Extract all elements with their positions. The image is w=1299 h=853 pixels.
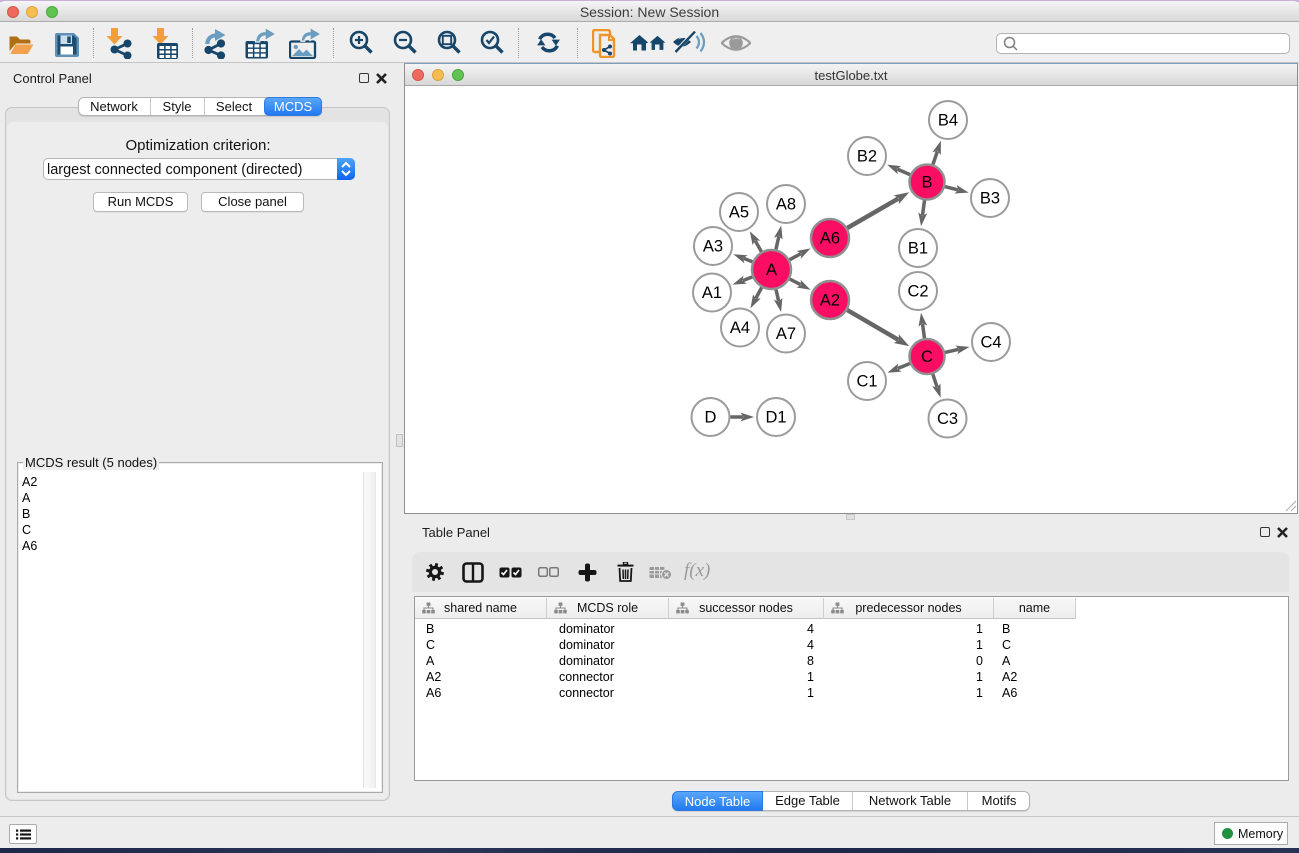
svg-text:A2: A2	[820, 292, 840, 310]
svg-text:A: A	[766, 261, 777, 279]
svg-text:B3: B3	[980, 190, 1000, 208]
svg-text:C2: C2	[907, 283, 928, 301]
svg-text:B4: B4	[938, 112, 958, 130]
svg-text:A4: A4	[730, 319, 750, 337]
svg-text:D1: D1	[765, 409, 786, 427]
svg-text:B1: B1	[908, 240, 928, 258]
svg-text:C4: C4	[980, 334, 1001, 352]
svg-text:A3: A3	[703, 238, 723, 256]
svg-text:A1: A1	[702, 284, 722, 302]
svg-text:C: C	[921, 348, 933, 366]
svg-text:A7: A7	[776, 325, 796, 343]
svg-text:C3: C3	[937, 410, 958, 428]
svg-text:B: B	[921, 174, 932, 192]
svg-text:B2: B2	[857, 148, 877, 166]
svg-text:A5: A5	[729, 204, 749, 222]
svg-text:C1: C1	[856, 373, 877, 391]
svg-text:A8: A8	[776, 196, 796, 214]
svg-text:D: D	[705, 409, 717, 427]
svg-text:A6: A6	[820, 230, 840, 248]
